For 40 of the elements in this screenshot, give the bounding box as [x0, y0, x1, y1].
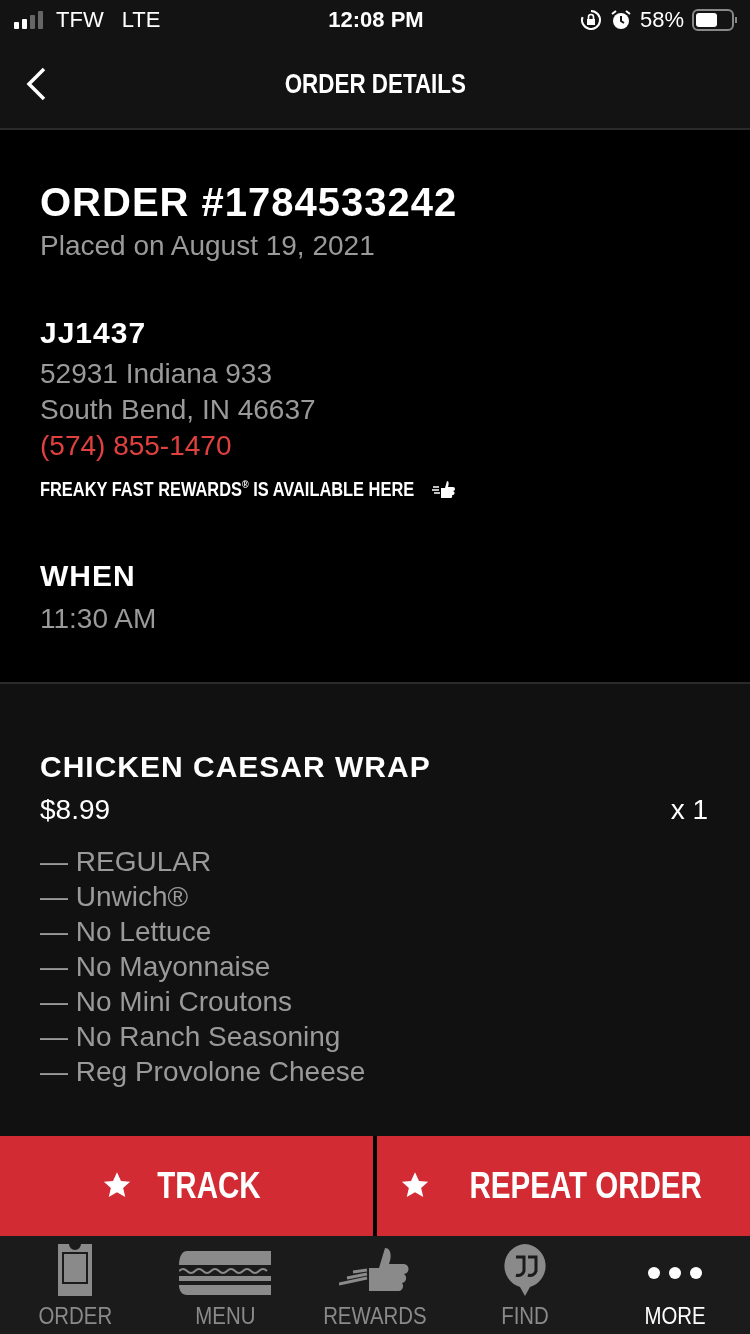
item-option: — No Mini Croutons [40, 984, 708, 1019]
rotation-lock-icon [579, 9, 602, 31]
battery-percentage: 58% [639, 7, 684, 33]
order-date: Placed on August 19, 2021 [40, 229, 376, 263]
address-line: 52931 Indiana 933 [40, 357, 273, 391]
item-option: — No Mayonnaise [40, 949, 708, 984]
more-icon [647, 1265, 703, 1280]
address-line: South Bend, IN 46637 [40, 393, 317, 427]
tab-item[interactable]: MORE [600, 1236, 750, 1334]
battery-icon [692, 9, 738, 31]
when-label: WHEN [40, 559, 137, 593]
phone-link[interactable]: (574) 855-1470 [40, 428, 232, 464]
network-type: LTE [121, 7, 161, 33]
tab-item[interactable]: ORDER [0, 1236, 150, 1334]
tab-item[interactable]: MENU [150, 1236, 300, 1334]
store-code: JJ1437 [40, 316, 148, 350]
item-option: — REGULAR [40, 844, 708, 879]
item-name: CHICKEN CAESAR WRAP [40, 750, 432, 784]
order-number: ORDER #1784533242 [40, 180, 459, 224]
item-option: — Unwich® [40, 879, 708, 914]
back-icon[interactable] [24, 66, 48, 102]
carrier-name: TFW [56, 7, 104, 33]
item-quantity: x 1 [670, 794, 708, 826]
item-price: $8.99 [40, 794, 111, 826]
ticket-icon [58, 1244, 92, 1296]
pickup-time: 11:30 AM [40, 602, 158, 636]
map-pin-icon [502, 1244, 548, 1296]
clock: 12:08 PM [328, 7, 424, 33]
sandwich-icon [179, 1250, 271, 1295]
tab-item[interactable]: FIND [450, 1236, 600, 1334]
alarm-icon [609, 9, 632, 31]
rewards-note: FREAKY FAST REWARDS$^{®}$ IS AVAILABLE HERE [40, 478, 415, 501]
item-option: — Reg Provolone Cheese [40, 1054, 708, 1089]
item-option: — No Lettuce [40, 914, 708, 949]
thumbs-up-icon [432, 480, 457, 499]
item-option: — No Ranch Seasoning [40, 1019, 708, 1054]
screen-title: ORDER DETAILS [284, 68, 466, 100]
tab-item[interactable]: REWARDS [300, 1236, 450, 1334]
action-button[interactable]: TRACK [0, 1136, 373, 1236]
action-button[interactable]: REPEAT ORDER [377, 1136, 750, 1236]
